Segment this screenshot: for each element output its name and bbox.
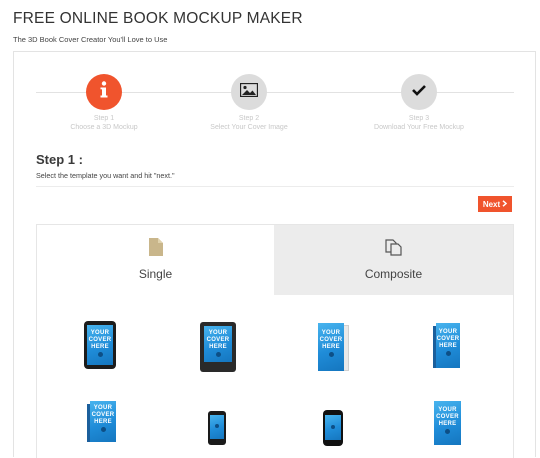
cover-text-line: YOUR bbox=[438, 407, 457, 413]
checkmark-icon bbox=[411, 83, 427, 101]
stacked-pages-icon bbox=[274, 237, 513, 257]
step-2-number: Step 2 bbox=[238, 115, 260, 122]
step-2: Step 2 Select Your Cover Image bbox=[174, 74, 324, 131]
cover-text-line: COVER bbox=[319, 337, 343, 343]
cover-text-line: YOUR bbox=[93, 405, 113, 411]
mockup-maker-panel: Step 1 Choose a 3D Mockup Step 2 Select … bbox=[13, 51, 536, 458]
cover-logo bbox=[331, 425, 335, 429]
step-1: Step 1 Choose a 3D Mockup bbox=[29, 74, 179, 131]
step-1-circle bbox=[86, 74, 122, 110]
cover-text-line: HERE bbox=[439, 343, 457, 349]
divider bbox=[36, 186, 514, 187]
step-3-circle bbox=[401, 74, 437, 110]
template-tabs: Single Composite YOUR COVER HERE YOUR COVER… bbox=[36, 224, 514, 458]
step-2-circle bbox=[231, 74, 267, 110]
page-title: FREE ONLINE BOOK MOCKUP MAKER bbox=[13, 10, 303, 27]
cover-logo bbox=[215, 352, 221, 357]
cover-placeholder: YOUR COVER HERE bbox=[204, 326, 232, 362]
page-subtitle: The 3D Book Cover Creator You'll Love to… bbox=[13, 35, 168, 44]
cover-logo bbox=[97, 352, 103, 357]
mockup-ereader[interactable]: YOUR COVER HERE bbox=[200, 322, 236, 372]
mockup-hardcover-book[interactable]: YOUR COVER HERE bbox=[318, 323, 349, 371]
cover-placeholder: YOUR COVER HERE bbox=[434, 401, 461, 445]
document-icon bbox=[37, 237, 274, 257]
cover-text-line: HERE bbox=[438, 421, 457, 427]
cover-logo bbox=[445, 351, 451, 356]
cover-text-line: COVER bbox=[88, 337, 112, 343]
cover-placeholder: YOUR COVER HERE bbox=[436, 323, 460, 368]
mockup-paperback-angled[interactable]: YOUR COVER HERE bbox=[87, 401, 117, 443]
cover-text-line: HERE bbox=[91, 344, 109, 350]
cover-placeholder: YOUR COVER HERE bbox=[87, 325, 113, 365]
cover-text-line: COVER bbox=[91, 412, 115, 418]
step-heading: Step 1 : bbox=[36, 152, 83, 167]
cover-logo bbox=[328, 352, 334, 357]
tab-composite-label: Composite bbox=[364, 267, 423, 281]
step-3-number: Step 3 bbox=[408, 115, 430, 122]
cover-text-line: COVER bbox=[436, 414, 459, 420]
cover-placeholder bbox=[210, 415, 224, 439]
mockup-paperback-book[interactable]: YOUR COVER HERE bbox=[433, 323, 461, 369]
cover-placeholder: YOUR COVER HERE bbox=[318, 323, 344, 371]
cover-text-line: COVER bbox=[436, 336, 460, 342]
info-icon bbox=[99, 80, 109, 104]
cover-logo bbox=[100, 427, 106, 432]
cover-text-line: YOUR bbox=[321, 330, 341, 336]
cover-text-line: HERE bbox=[94, 419, 112, 425]
cover-logo bbox=[215, 424, 219, 428]
mockup-flat-book[interactable]: YOUR COVER HERE bbox=[434, 401, 461, 445]
step-1-label: Choose a 3D Mockup bbox=[70, 124, 138, 131]
cover-placeholder bbox=[325, 415, 341, 440]
cover-text-line: YOUR bbox=[438, 329, 458, 335]
step-instructions: Select the template you want and hit "ne… bbox=[36, 171, 175, 180]
cover-text-line: HERE bbox=[209, 344, 227, 350]
image-icon bbox=[239, 82, 259, 102]
cover-logo bbox=[445, 429, 450, 434]
cover-text-line: HERE bbox=[322, 344, 340, 350]
tab-composite[interactable]: Composite bbox=[274, 225, 513, 295]
step-3-label: Download Your Free Mockup bbox=[374, 124, 464, 131]
next-button[interactable]: Next bbox=[478, 196, 512, 212]
chevron-right-icon bbox=[502, 199, 508, 209]
cover-placeholder: YOUR COVER HERE bbox=[90, 401, 116, 442]
mockup-phone[interactable] bbox=[208, 411, 226, 445]
cover-text-line: YOUR bbox=[90, 330, 110, 336]
step-3: Step 3 Download Your Free Mockup bbox=[344, 74, 494, 131]
step-2-label: Select Your Cover Image bbox=[210, 124, 288, 131]
tab-single-label: Single bbox=[138, 267, 173, 281]
mockup-phone-black[interactable] bbox=[323, 410, 343, 446]
cover-text-line: YOUR bbox=[208, 330, 228, 336]
cover-text-line: COVER bbox=[206, 337, 230, 343]
next-button-label: Next bbox=[482, 199, 501, 209]
step-1-number: Step 1 bbox=[93, 115, 115, 122]
tab-single[interactable]: Single bbox=[37, 225, 274, 295]
mockup-tablet-dark[interactable]: YOUR COVER HERE bbox=[84, 321, 116, 369]
